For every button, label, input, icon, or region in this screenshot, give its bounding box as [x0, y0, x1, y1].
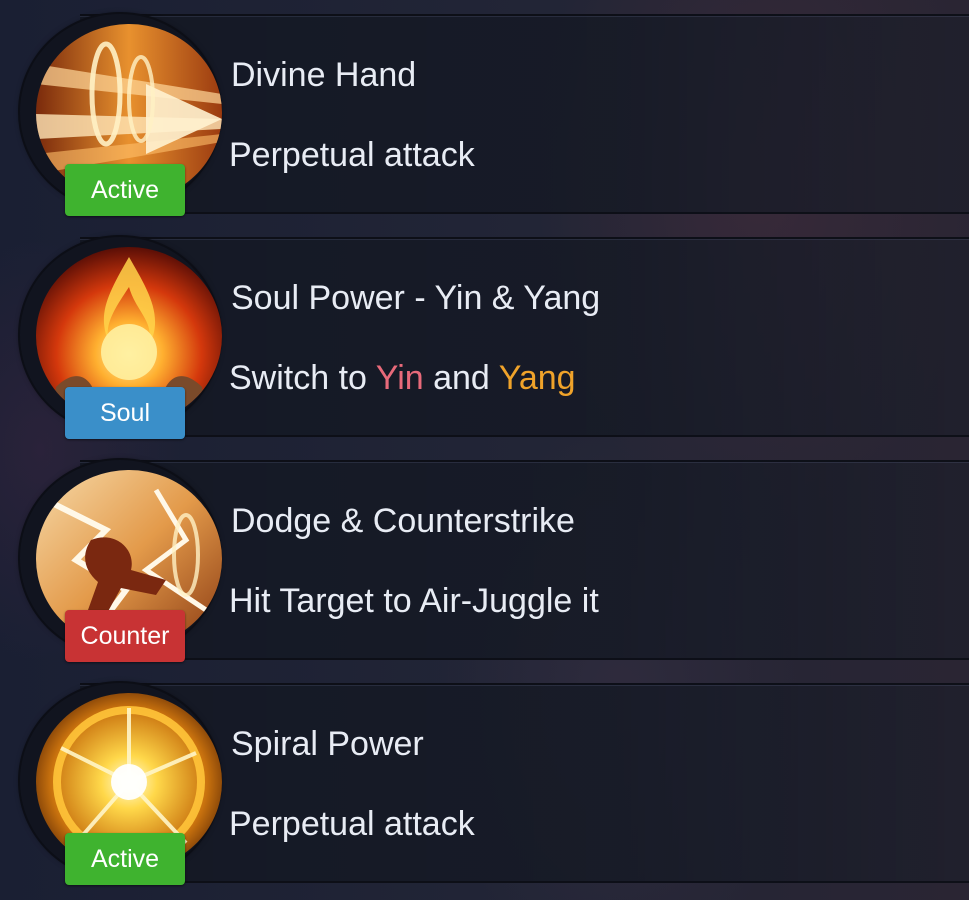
skill-description: Hit Target to Air-Juggle it — [229, 582, 599, 620]
skill-name: Dodge & Counterstrike — [231, 502, 575, 540]
yin-highlight: Yin — [375, 359, 424, 397]
skill-name: Spiral Power — [231, 725, 424, 763]
skill-row-soul-power[interactable]: Soul Soul Power - Yin & Yang Switch to Y… — [20, 235, 969, 439]
skill-description: Switch to Yin and Yang — [229, 359, 576, 398]
skill-name: Soul Power - Yin & Yang — [231, 279, 601, 317]
skill-row-divine-hand[interactable]: Active Divine Hand Perpetual attack — [20, 12, 969, 216]
description-text: and — [423, 359, 499, 397]
skill-type-badge: Active — [65, 164, 185, 216]
skill-type-badge: Counter — [65, 610, 185, 662]
skill-type-badge: Active — [65, 833, 185, 885]
description-text: Switch to — [229, 359, 376, 397]
skill-name: Divine Hand — [231, 56, 417, 94]
skill-type-badge: Soul — [65, 387, 185, 439]
skill-description: Perpetual attack — [229, 805, 475, 843]
yang-highlight: Yang — [498, 359, 576, 397]
skill-row-dodge-counterstrike[interactable]: Counter Dodge & Counterstrike Hit Target… — [20, 458, 969, 662]
skill-row-spiral-power[interactable]: Active Spiral Power Perpetual attack — [20, 681, 969, 885]
skill-list: Active Divine Hand Perpetual attack Soul… — [0, 0, 969, 900]
skill-description: Perpetual attack — [229, 136, 475, 174]
